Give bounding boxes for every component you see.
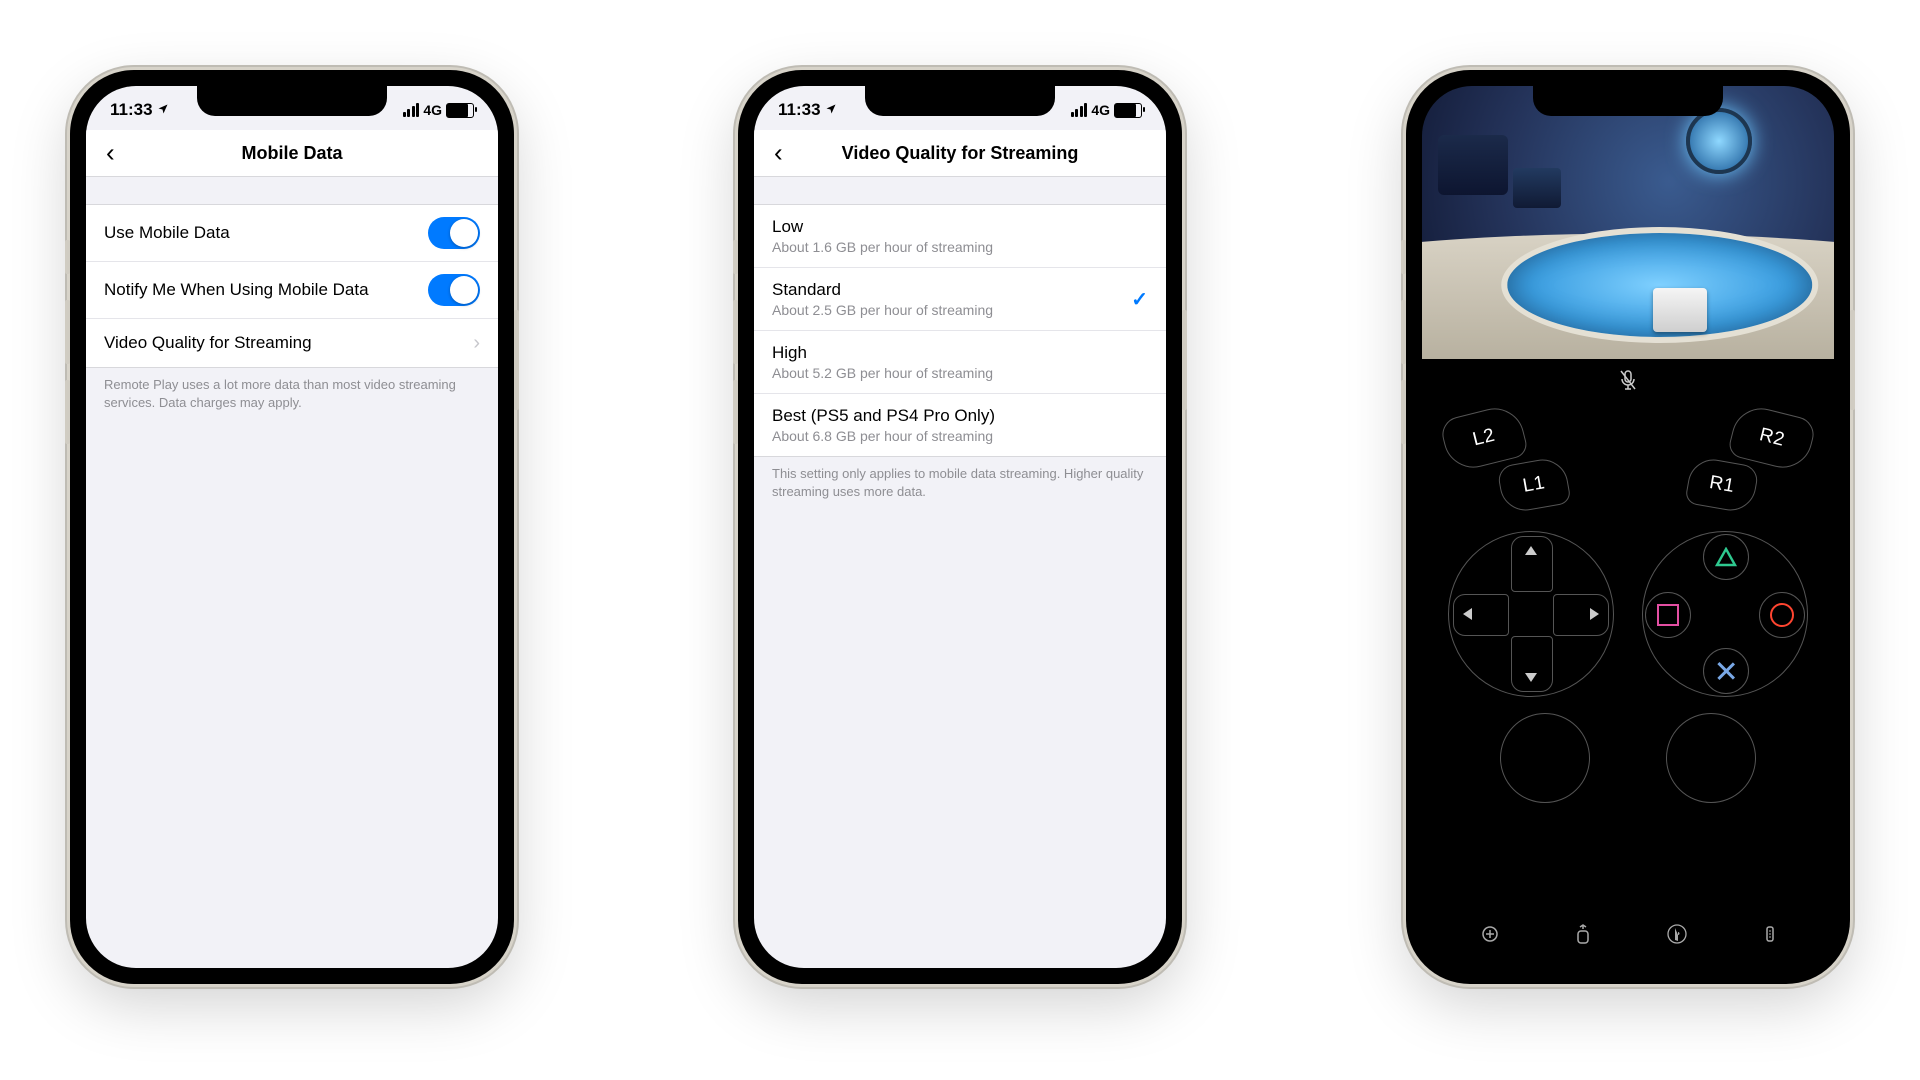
dpad-left[interactable] [1453, 594, 1509, 636]
location-icon [825, 100, 837, 120]
option-low[interactable]: Low About 1.6 GB per hour of streaming [754, 205, 1166, 267]
back-button[interactable]: ‹ [96, 134, 125, 173]
battery-icon [446, 103, 474, 118]
page-title: Video Quality for Streaming [842, 143, 1079, 164]
location-icon [157, 100, 169, 120]
toggle-notify[interactable] [428, 274, 480, 306]
cross-button[interactable] [1703, 648, 1749, 694]
dpad-right[interactable] [1553, 594, 1609, 636]
network-label: 4G [423, 102, 442, 118]
phone-remote-play: L2 L1 R2 R1 [1406, 70, 1850, 984]
row-use-mobile-data[interactable]: Use Mobile Data [86, 205, 498, 261]
chevron-right-icon: › [473, 332, 480, 355]
touchpad-icon[interactable] [1575, 923, 1591, 950]
dpad-right-icon [1590, 608, 1599, 620]
square-icon [1657, 604, 1679, 626]
option-label: Low [772, 217, 993, 237]
option-sublabel: About 2.5 GB per hour of streaming [772, 302, 993, 318]
option-label: Best (PS5 and PS4 Pro Only) [772, 406, 995, 426]
option-best[interactable]: Best (PS5 and PS4 Pro Only) About 6.8 GB… [754, 393, 1166, 456]
dpad-left-icon [1463, 608, 1472, 620]
row-video-quality[interactable]: Video Quality for Streaming › [86, 318, 498, 367]
notch [1533, 86, 1723, 116]
option-sublabel: About 6.8 GB per hour of streaming [772, 428, 995, 444]
right-stick[interactable] [1666, 713, 1756, 803]
circle-button[interactable] [1759, 592, 1805, 638]
left-stick[interactable] [1500, 713, 1590, 803]
l1-button[interactable]: L1 [1496, 456, 1571, 515]
option-standard[interactable]: Standard About 2.5 GB per hour of stream… [754, 267, 1166, 330]
r1-button[interactable]: R1 [1684, 456, 1759, 515]
dpad [1448, 531, 1614, 697]
status-time: 11:33 [110, 100, 153, 120]
square-button[interactable] [1645, 592, 1691, 638]
nav-header: ‹ Video Quality for Streaming [754, 130, 1166, 177]
signal-icon [1071, 103, 1088, 117]
option-sublabel: About 5.2 GB per hour of streaming [772, 365, 993, 381]
triangle-button[interactable] [1703, 534, 1749, 580]
option-label: High [772, 343, 993, 363]
row-label: Use Mobile Data [104, 223, 230, 243]
phone-mobile-data: 11:33 4G ‹ Mobile Data Use Mobile Data N [70, 70, 514, 984]
battery-icon [1114, 103, 1142, 118]
phone-video-quality: 11:33 4G ‹ Video Quality for Streaming L… [738, 70, 1182, 984]
circle-icon [1770, 603, 1794, 627]
dpad-down[interactable] [1511, 636, 1553, 692]
status-time: 11:33 [778, 100, 821, 120]
option-sublabel: About 1.6 GB per hour of streaming [772, 239, 993, 255]
row-label: Notify Me When Using Mobile Data [104, 280, 369, 300]
share-icon[interactable] [1480, 924, 1500, 949]
face-buttons [1642, 531, 1808, 697]
notch [197, 86, 387, 116]
mic-muted-icon[interactable] [1619, 369, 1637, 396]
bottom-bar [1422, 918, 1834, 954]
checkmark-icon: ✓ [1131, 287, 1148, 312]
game-stream-view[interactable] [1422, 86, 1834, 359]
dpad-up[interactable] [1511, 536, 1553, 592]
network-label: 4G [1091, 102, 1110, 118]
dpad-up-icon [1525, 546, 1537, 555]
row-label: Video Quality for Streaming [104, 333, 312, 353]
option-label: Standard [772, 280, 993, 300]
page-title: Mobile Data [241, 143, 342, 164]
ps-button-icon[interactable] [1666, 923, 1688, 950]
footnote: Remote Play uses a lot more data than mo… [86, 368, 498, 419]
dpad-down-icon [1525, 673, 1537, 682]
option-high[interactable]: High About 5.2 GB per hour of streaming [754, 330, 1166, 393]
row-notify-mobile-data[interactable]: Notify Me When Using Mobile Data [86, 261, 498, 318]
signal-icon [403, 103, 420, 117]
footnote: This setting only applies to mobile data… [754, 457, 1166, 508]
notch [865, 86, 1055, 116]
nav-header: ‹ Mobile Data [86, 130, 498, 177]
virtual-controller: L2 L1 R2 R1 [1422, 359, 1834, 968]
back-button[interactable]: ‹ [764, 134, 793, 173]
options-icon[interactable] [1763, 924, 1777, 949]
cross-icon [1715, 660, 1737, 682]
toggle-use-mobile-data[interactable] [428, 217, 480, 249]
